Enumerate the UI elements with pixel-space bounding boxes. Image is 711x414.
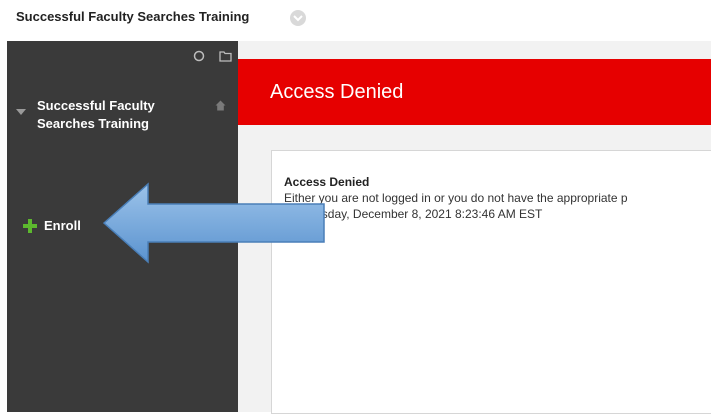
home-icon[interactable] [215, 98, 226, 116]
sidebar-tools [183, 49, 232, 67]
course-title: Successful Faculty Searches Training [16, 9, 250, 24]
plus-icon [23, 219, 37, 238]
page-title: Access Denied [270, 81, 404, 103]
folder-view-icon[interactable] [219, 49, 232, 67]
collapse-caret-icon[interactable] [16, 102, 26, 120]
enroll-label: Enroll [44, 218, 81, 233]
course-name: Successful Faculty Searches Training [37, 98, 155, 131]
page-header: Access Denied [238, 59, 711, 125]
chevron-down-icon[interactable] [290, 10, 306, 26]
error-panel: Access Denied Either you are not logged … [271, 150, 711, 414]
refresh-icon[interactable] [193, 49, 205, 67]
top-bar: Successful Faculty Searches Training [0, 0, 711, 40]
course-menu-header[interactable]: Successful Faculty Searches Training [7, 94, 238, 138]
error-message: Either you are not logged in or you do n… [284, 191, 628, 205]
left-arrow-annotation-icon [102, 182, 325, 264]
